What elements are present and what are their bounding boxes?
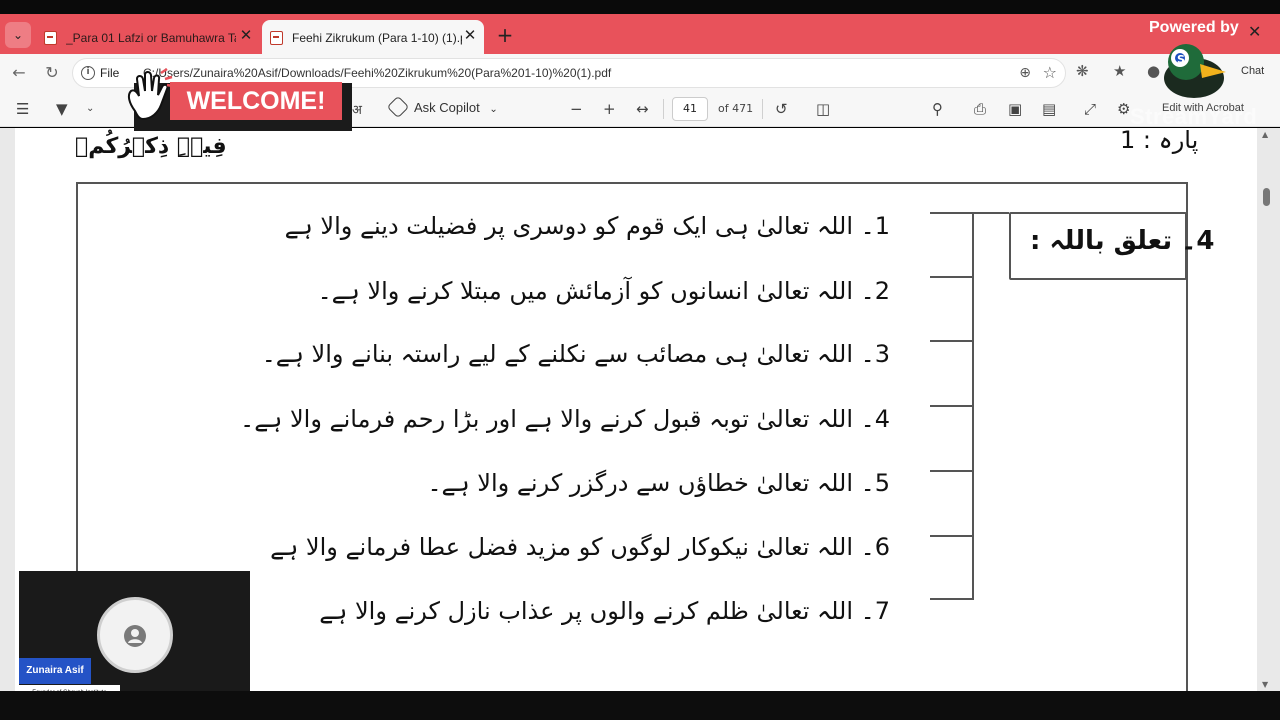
powered-by-label: Powered by bbox=[1149, 19, 1239, 36]
read-aloud-icon[interactable]: अ bbox=[352, 100, 362, 118]
tab-feehi-zikrukum[interactable]: Feehi Zikrukum (Para 1-10) (1).pdf ✕ bbox=[262, 20, 484, 54]
bracket-branch bbox=[930, 535, 974, 537]
back-arrow-icon[interactable]: ← bbox=[8, 62, 30, 84]
top-strip bbox=[0, 0, 1280, 14]
favorites-icon[interactable]: ★ bbox=[1113, 62, 1126, 80]
fullscreen-icon[interactable]: ⤢ bbox=[1084, 100, 1096, 118]
tab-para-01[interactable]: _Para 01 Lafzi or Bamuhawra Tarjuma ✕ bbox=[36, 20, 260, 54]
bracket-branch bbox=[930, 276, 974, 278]
duck-logo-icon: S bbox=[1164, 44, 1226, 98]
highlight-icon[interactable]: ▼ bbox=[56, 100, 68, 118]
bracket-top-line bbox=[930, 212, 1009, 214]
window-close-icon[interactable]: ✕ bbox=[1248, 22, 1261, 41]
url-text[interactable]: C:/Users/Zunaira%20Asif/Downloads/Feehi%… bbox=[143, 66, 611, 80]
bracket-branch bbox=[930, 340, 974, 342]
page-header-title: فِیۡہِ ذِکۡرُکُمۡ bbox=[75, 134, 227, 159]
bracket-branch bbox=[930, 598, 974, 600]
page-header-para: پارہ : 1 bbox=[1120, 126, 1199, 154]
zoom-out-icon[interactable]: − bbox=[570, 100, 583, 118]
close-icon[interactable]: ✕ bbox=[462, 28, 478, 44]
tab-label: _Para 01 Lafzi or Bamuhawra Tarjuma bbox=[66, 31, 236, 45]
tab-label: Feehi Zikrukum (Para 1-10) (1).pdf bbox=[292, 31, 462, 45]
settings-gear-icon[interactable]: ⚙ bbox=[1117, 100, 1130, 118]
save-as-icon[interactable]: ▤ bbox=[1042, 100, 1056, 118]
list-item: 5۔ اللہ تعالیٰ خطاؤں سے درگزر کرنے والا … bbox=[427, 469, 890, 497]
svg-text:S: S bbox=[1177, 53, 1185, 66]
divider bbox=[663, 99, 664, 119]
new-tab-button[interactable]: + bbox=[494, 24, 516, 46]
list-item: 7۔ اللہ تعالیٰ ظلم کرنے والوں پر عذاب نا… bbox=[319, 597, 890, 625]
pdf-file-icon bbox=[270, 31, 283, 45]
page-view-icon[interactable]: ◫ bbox=[816, 100, 830, 118]
reload-icon[interactable]: ↻ bbox=[41, 62, 63, 84]
bracket-branch bbox=[930, 470, 974, 472]
scroll-up-arrow[interactable]: ▲ bbox=[1262, 130, 1268, 139]
list-item: 2۔ اللہ تعالیٰ انسانوں کو آزمائش میں مبت… bbox=[317, 277, 890, 305]
favorite-star-icon[interactable]: ☆ bbox=[1043, 63, 1057, 82]
copilot-label: Ask Copilot bbox=[414, 100, 480, 115]
bracket-branch bbox=[930, 405, 974, 407]
fit-width-icon[interactable]: ↔ bbox=[636, 100, 649, 118]
tab-actions-menu-button[interactable]: ⌄ bbox=[5, 22, 31, 48]
waving-hand-icon bbox=[127, 67, 174, 121]
save-icon[interactable]: ▣ bbox=[1008, 100, 1022, 118]
user-icon bbox=[124, 625, 146, 647]
list-item: 3۔ اللہ تعالیٰ ہی مصائب سے نکلنے کے لیے … bbox=[261, 340, 890, 368]
tab-bar: ⌄ _Para 01 Lafzi or Bamuhawra Tarjuma ✕ … bbox=[0, 14, 1280, 54]
contents-list-icon[interactable]: ☰ bbox=[16, 100, 29, 118]
zoom-in-icon[interactable]: + bbox=[603, 100, 616, 118]
scrollbar-thumb[interactable] bbox=[1263, 188, 1270, 206]
page-count: of 471 bbox=[718, 102, 754, 115]
page-number-input[interactable]: 41 bbox=[672, 97, 708, 121]
bottom-strip bbox=[0, 691, 1280, 720]
close-icon[interactable]: ✕ bbox=[238, 28, 254, 44]
chat-button[interactable]: Chat bbox=[1241, 65, 1264, 77]
zoom-icon[interactable]: ⊕ bbox=[1019, 65, 1031, 81]
chevron-down-icon[interactable]: ⌄ bbox=[86, 103, 94, 114]
topic-heading: 4۔ تعلق باللہ : bbox=[1030, 226, 1215, 256]
info-icon[interactable]: i bbox=[81, 66, 95, 80]
list-item: 1۔ اللہ تعالیٰ ہی ایک قوم کو دوسری پر فض… bbox=[284, 212, 890, 240]
chevron-down-icon: ⌄ bbox=[489, 104, 498, 115]
scroll-down-arrow[interactable]: ▼ bbox=[1262, 680, 1268, 689]
welcome-banner: WELCOME! bbox=[170, 82, 342, 120]
copilot-icon bbox=[386, 95, 410, 119]
extensions-icon[interactable]: ❋ bbox=[1076, 62, 1089, 80]
list-item: 4۔ اللہ تعالیٰ توبہ قبول کرنے والا ہے او… bbox=[240, 405, 890, 433]
scheme-label: File bbox=[100, 66, 120, 80]
divider bbox=[762, 99, 763, 119]
print-icon[interactable]: ⎙ bbox=[974, 100, 986, 118]
rotate-icon[interactable]: ↺ bbox=[775, 100, 788, 118]
list-item: 6۔ اللہ تعالیٰ نیکوکار لوگوں کو مزید فضل… bbox=[270, 533, 890, 561]
search-icon[interactable]: ⚲ bbox=[932, 100, 943, 118]
presenter-name-tag: Zunaira Asif bbox=[19, 658, 91, 684]
ask-copilot-button[interactable]: Ask Copilot ⌄ bbox=[386, 95, 498, 119]
pdf-file-icon bbox=[44, 31, 57, 45]
streamyard-watermark: StreamYard bbox=[1130, 104, 1258, 129]
